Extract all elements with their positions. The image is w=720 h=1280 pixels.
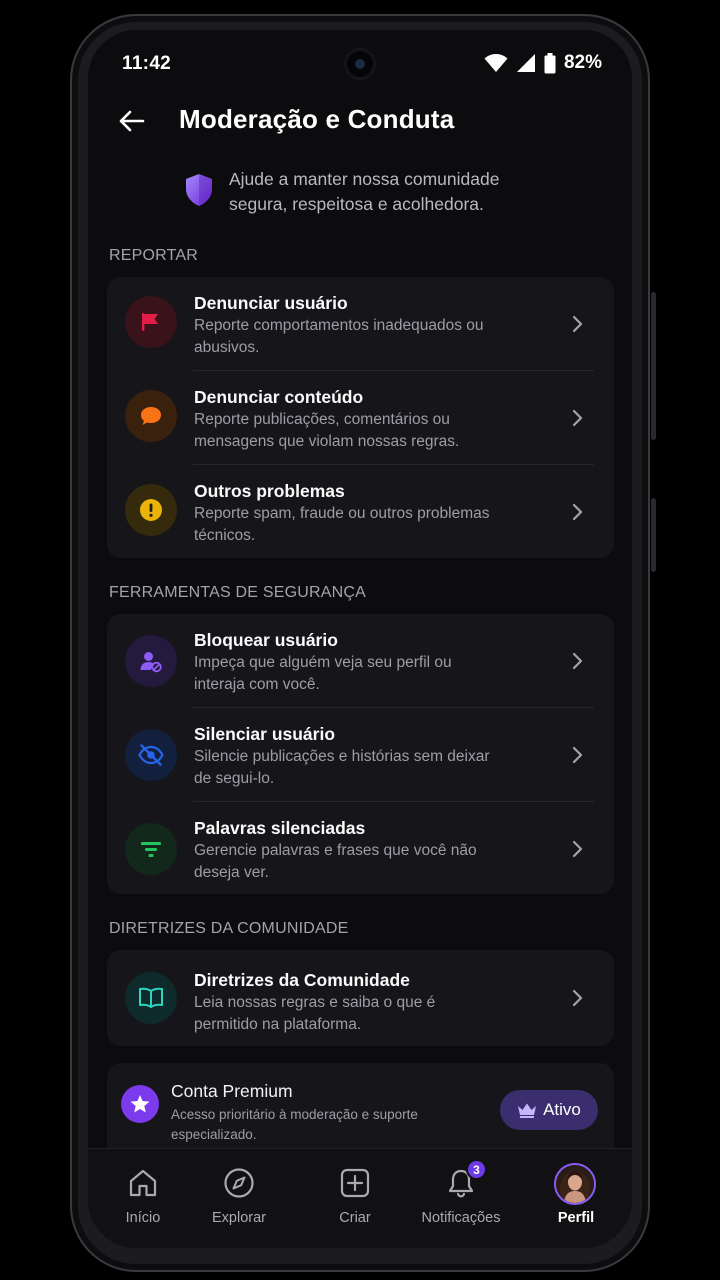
chevron-right-icon [572, 989, 583, 1007]
nav-label: Início [125, 1210, 161, 1226]
row-block-user[interactable]: Bloquear usuário Impeça que alguém veja … [107, 614, 614, 708]
eye-off-icon [125, 729, 177, 781]
section-label-report: REPORTAR [109, 247, 199, 264]
wifi-icon [484, 54, 508, 72]
chat-bubble-icon [125, 390, 177, 442]
nav-item-explore[interactable]: Explorar [189, 1149, 289, 1248]
header: Moderação e Conduta [88, 100, 632, 140]
filter-icon [125, 823, 177, 875]
nav-label: Notificações [421, 1210, 501, 1226]
row-title: Denunciar usuário [194, 293, 348, 313]
avatar [554, 1163, 596, 1205]
signal-icon [516, 54, 535, 72]
guidelines-card: Diretrizes da Comunidade Leia nossas reg… [107, 950, 614, 1046]
nav-label: Perfil [557, 1210, 595, 1226]
chevron-right-icon [572, 746, 583, 764]
row-title: Outros problemas [194, 481, 345, 501]
row-title: Palavras silenciadas [194, 818, 366, 838]
nav-label: Criar [339, 1210, 371, 1226]
power-button [651, 498, 656, 572]
chevron-right-icon [572, 503, 583, 521]
flag-icon [125, 296, 177, 348]
row-mute-user[interactable]: Silenciar usuário Silencie publicações e… [107, 708, 614, 802]
row-desc: Gerencie palavras e frases que você não … [194, 842, 477, 881]
notification-badge: 3 [466, 1159, 487, 1180]
chevron-right-icon [572, 409, 583, 427]
status-bar: 11:42 82% [88, 30, 632, 96]
nav-item-home[interactable]: Início [93, 1149, 193, 1248]
premium-title: Conta Premium [171, 1081, 293, 1101]
row-muted-words[interactable]: Palavras silenciadas Gerencie palavras e… [107, 802, 614, 896]
row-desc: Reporte spam, fraude ou outros problemas… [194, 505, 490, 544]
row-desc: Reporte publicações, comentários ou mens… [194, 411, 460, 450]
row-report-user[interactable]: Denunciar usuário Reporte comportamentos… [107, 277, 614, 371]
row-title: Denunciar conteúdo [194, 387, 364, 407]
volume-button [651, 292, 656, 440]
nav-item-profile[interactable]: Perfil [526, 1149, 626, 1248]
premium-status-label: Ativo [543, 1100, 581, 1119]
front-camera [344, 48, 376, 80]
safety-card: Bloquear usuário Impeça que alguém veja … [107, 614, 614, 894]
chevron-right-icon [572, 840, 583, 858]
chevron-right-icon [572, 652, 583, 670]
book-icon [125, 972, 177, 1024]
premium-desc: Acesso prioritário à moderação e suporte… [171, 1107, 418, 1142]
block-user-icon [125, 635, 177, 687]
row-title: Bloquear usuário [194, 630, 338, 650]
warning-icon [125, 484, 177, 536]
section-label-guidelines: DIRETRIZES DA COMUNIDADE [109, 920, 349, 937]
intro-text: Ajude a manter nossa comunidade segura, … [229, 169, 500, 214]
shield-icon [186, 174, 212, 206]
row-community-guidelines[interactable]: Diretrizes da Comunidade Leia nossas reg… [107, 950, 614, 1046]
report-card: Denunciar usuário Reporte comportamentos… [107, 277, 614, 558]
plus-square-icon [340, 1168, 370, 1198]
row-desc: Leia nossas regras e saiba o que é permi… [194, 994, 436, 1033]
nav-item-notifications[interactable]: 3 Notificações [411, 1149, 511, 1248]
row-report-content[interactable]: Denunciar conteúdo Reporte publicações, … [107, 371, 614, 465]
premium-status-button[interactable]: Ativo [500, 1090, 598, 1130]
status-icons: 82% [484, 52, 602, 74]
battery-percent: 82% [563, 52, 602, 73]
row-desc: Reporte comportamentos inadequados ou ab… [194, 317, 484, 356]
nav-item-create[interactable]: Criar [305, 1149, 405, 1248]
row-title: Diretrizes da Comunidade [194, 970, 410, 990]
row-desc: Silencie publicações e histórias sem dei… [194, 748, 490, 787]
battery-icon [544, 52, 556, 73]
chevron-right-icon [572, 315, 583, 333]
status-time: 11:42 [122, 53, 172, 74]
compass-icon [224, 1168, 254, 1198]
home-icon [129, 1169, 157, 1197]
premium-star-icon [121, 1085, 159, 1123]
crown-icon [518, 1103, 537, 1118]
nav-label: Explorar [212, 1210, 266, 1226]
back-arrow-icon[interactable] [116, 105, 148, 137]
bottom-nav: Início Explorar Criar 3 Notificações Per… [88, 1148, 632, 1248]
row-title: Silenciar usuário [194, 724, 336, 744]
row-other-problems[interactable]: Outros problemas Reporte spam, fraude ou… [107, 465, 614, 559]
section-label-safety: FERRAMENTAS DE SEGURANÇA [109, 584, 366, 601]
row-desc: Impeça que alguém veja seu perfil ou int… [194, 654, 452, 693]
page-title: Moderação e Conduta [179, 104, 455, 134]
screen: 11:42 82% Moderação e Conduta Ajude a ma… [88, 30, 632, 1248]
